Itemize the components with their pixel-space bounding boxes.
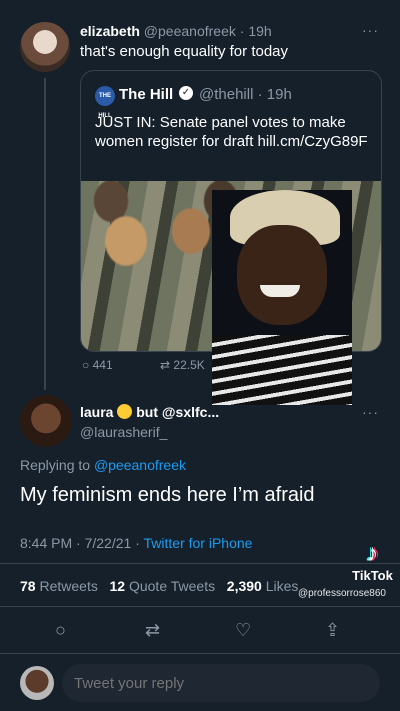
striped-shirt	[212, 335, 352, 405]
quoted-tweet-handle-time: @thehill · 19h	[199, 86, 292, 103]
thread-line	[44, 78, 46, 390]
likes-count: 2,390	[226, 578, 262, 594]
reply-icon: ○	[82, 358, 90, 372]
quoted-tweet-name: The Hill	[119, 86, 174, 103]
divider	[0, 606, 400, 607]
divider	[0, 563, 400, 564]
retweet-button[interactable]: ⇄	[145, 620, 160, 641]
quoted-retweet-count: 22.5K	[173, 358, 205, 372]
retweets-stat[interactable]: 78 Retweets	[20, 578, 98, 594]
heart-icon: ♡	[235, 620, 252, 640]
reply-icon: ○	[55, 620, 66, 640]
quoted-retweet-metric[interactable]: ⇄ 22.5K	[160, 358, 205, 372]
quoted-tweet-text: JUST IN: Senate panel votes to make wome…	[95, 114, 368, 150]
divider	[0, 653, 400, 654]
more-options-icon[interactable]: ···	[362, 22, 379, 38]
reply-tweet-header[interactable]: laura but @sxlfc...	[80, 404, 219, 420]
tweet-time: 8:44 PM	[20, 535, 73, 551]
the-hill-logo: THE HILL	[95, 86, 115, 119]
tiktok-username: @professorrose860	[298, 588, 386, 599]
quotes-count: 12	[109, 578, 126, 594]
separator-dot: ·	[235, 23, 249, 39]
retweet-icon: ⇄	[160, 358, 171, 372]
grimace-emoji-icon	[117, 404, 133, 419]
reply-tweet-name-suffix: but @sxlfc...	[136, 404, 220, 420]
quoted-tweet-time: 19h	[266, 86, 292, 103]
verified-badge-icon: ✓	[179, 86, 193, 100]
quoted-reply-metric[interactable]: ○ 441	[82, 358, 113, 372]
share-button[interactable]: ⇪	[325, 620, 340, 641]
quoted-tweet-handle: @thehill	[199, 86, 254, 103]
reply-button[interactable]: ○	[55, 620, 66, 641]
separator-dot: ·	[131, 535, 144, 551]
like-button[interactable]: ♡	[235, 620, 251, 641]
top-tweet-name[interactable]: elizabeth	[80, 23, 140, 39]
my-avatar[interactable]	[20, 666, 54, 700]
top-tweet-text: that's enough equality for today	[80, 43, 289, 60]
engagement-stats: 78 Retweets 12 Quote Tweets 2,390 Likes	[20, 578, 298, 594]
separator-dot: ·	[253, 86, 267, 103]
replying-handle-link[interactable]: @peeanofreek	[94, 457, 186, 473]
retweets-label: Retweets	[39, 578, 98, 594]
quotes-stat[interactable]: 12 Quote Tweets	[110, 578, 216, 594]
likes-stat[interactable]: 2,390 Likes	[227, 578, 299, 594]
tweet-date: 7/22/21	[84, 535, 132, 551]
share-icon: ⇪	[325, 620, 341, 640]
reply-tweet-name: laura	[80, 404, 114, 420]
reply-tweet-text: My feminism ends here I’m afraid	[20, 484, 315, 506]
tiktok-brand: TikTok	[352, 568, 393, 583]
tiktok-logo-icon: ♪	[366, 540, 379, 567]
tweet-source-link[interactable]: Twitter for iPhone	[144, 535, 253, 551]
likes-label: Likes	[265, 578, 299, 594]
avatar-elizabeth[interactable]	[20, 22, 70, 72]
quoted-reply-count: 441	[92, 358, 113, 372]
reply-tweet-handle[interactable]: @laurasherif_	[80, 424, 167, 440]
tweet-metadata: 8:44 PM · 7/22/21 · Twitter for iPhone	[20, 535, 252, 551]
retweet-icon: ⇄	[145, 620, 161, 640]
more-options-icon[interactable]: ···	[362, 404, 379, 420]
separator-dot: ·	[72, 535, 85, 551]
tweet-reply-input[interactable]	[62, 664, 380, 702]
top-tweet-header: elizabeth @peeanofreek · 19h	[80, 23, 272, 39]
top-tweet-handle[interactable]: @peeanofreek	[144, 23, 236, 39]
top-tweet-time[interactable]: 19h	[248, 23, 271, 39]
quotes-label: Quote Tweets	[128, 578, 216, 594]
smile	[260, 285, 300, 297]
retweets-count: 78	[20, 578, 36, 594]
replying-label: Replying to	[20, 457, 91, 473]
tiktok-watermark: ♪ TikTok	[345, 540, 400, 583]
face	[237, 225, 327, 325]
avatar-laura[interactable]	[20, 395, 72, 447]
replying-to: Replying to @peeanofreek	[20, 457, 186, 473]
reaction-video-overlay	[212, 190, 352, 405]
